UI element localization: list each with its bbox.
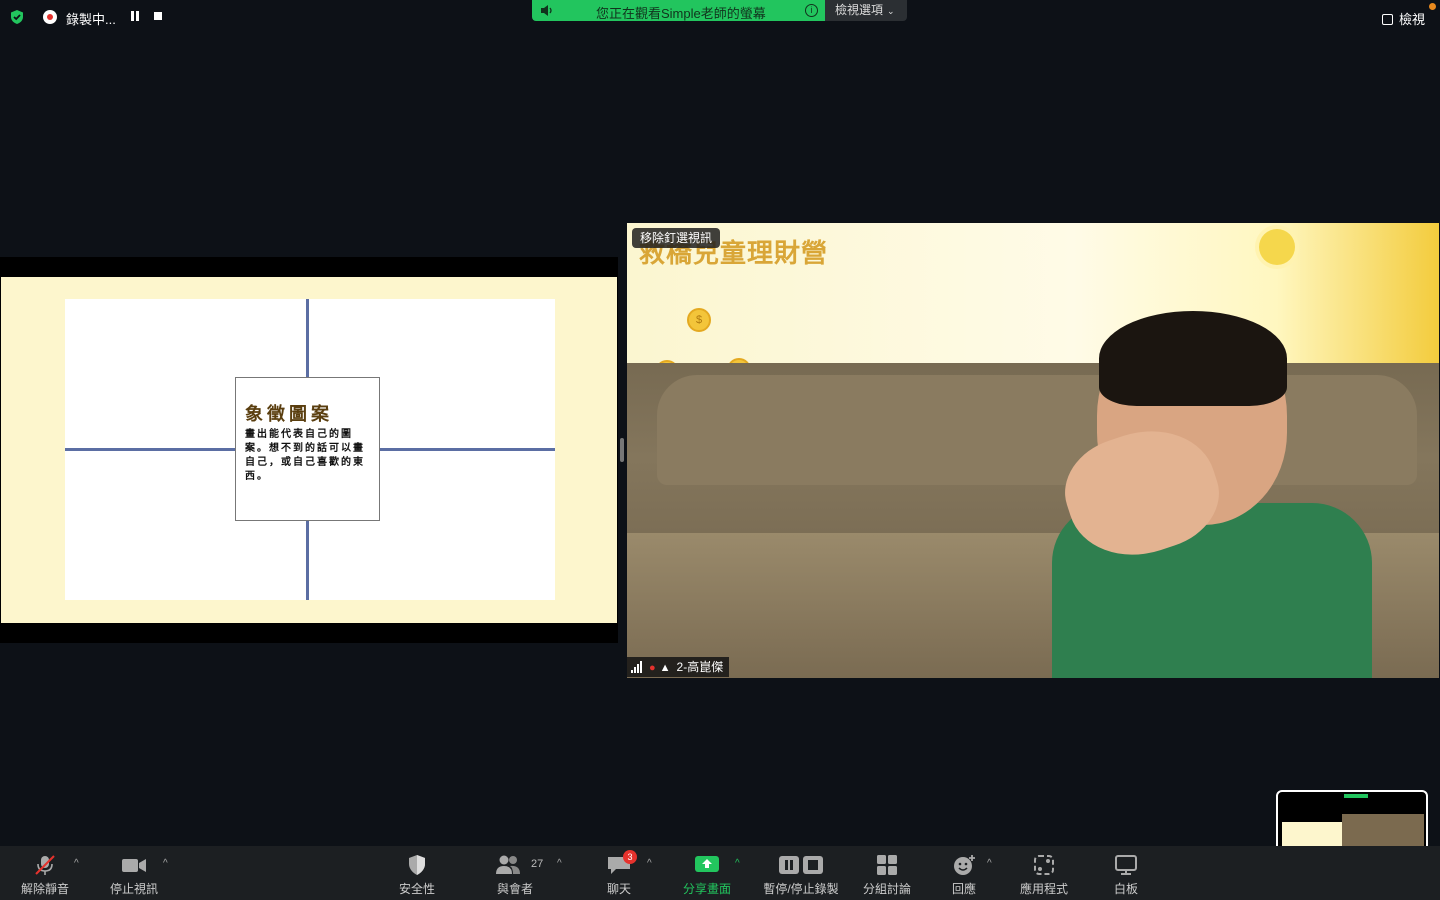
share-screen-button[interactable]: 分享畫面 [676, 846, 738, 900]
unpin-video-button[interactable]: 移除釘選視訊 [632, 228, 721, 248]
participants-options-caret[interactable]: ^ [557, 858, 562, 869]
stop-video-label: 停止視訊 [109, 882, 158, 896]
share-options-caret[interactable]: ^ [735, 858, 740, 869]
speaker-icon [541, 5, 552, 16]
security-button[interactable]: 安全性 [385, 846, 449, 900]
participants-label: 與會者 [496, 882, 533, 896]
reactions-label: 回應 [951, 882, 976, 896]
sofa-back [657, 375, 1417, 485]
pause-stop-recording-label: 暫停/停止錄製 [763, 882, 839, 896]
view-button[interactable]: 檢視 [1382, 9, 1425, 28]
screen-share-status-text: 您正在觀看Simple老師的螢幕 [596, 6, 766, 21]
participants-icon [495, 855, 520, 874]
whiteboard-icon [1115, 855, 1137, 875]
breakout-rooms-button[interactable]: 分組討論 [856, 846, 918, 900]
share-screen-icon [695, 856, 719, 872]
chat-options-caret[interactable]: ^ [647, 858, 652, 869]
apps-label: 應用程式 [1019, 882, 1068, 896]
mic-muted-icon [35, 855, 55, 875]
resize-handle[interactable] [620, 438, 624, 462]
unmute-label: 解除靜音 [20, 882, 69, 896]
reactions-options-caret[interactable]: ^ [987, 858, 992, 869]
participant-name: 2-高崑傑 [676, 660, 724, 674]
security-label: 安全性 [398, 882, 435, 896]
notification-dot [1429, 3, 1436, 10]
pinned-video-tile[interactable]: 救橋兒童理財營 $ $ $ [627, 223, 1439, 678]
pause-stop-record-icon [779, 856, 823, 874]
shield-icon [409, 855, 425, 875]
participant-count: 27 [531, 858, 544, 870]
video-camera-icon [122, 859, 146, 872]
chat-button[interactable]: 聊天 [590, 846, 648, 900]
stop-recording-button[interactable] [154, 12, 162, 20]
meeting-toolbar: 解除靜音 ^ 停止視訊 ^ 安全性 與會者 27 ^ 聊天 3 ^ 分享畫面 ^… [0, 846, 1440, 900]
slide-card-title: 象徵圖案 [245, 404, 333, 425]
participant-name-tag: ● ▲ 2-高崑傑 [627, 657, 730, 677]
recording-indicator-icon [43, 10, 57, 24]
view-button-label: 檢視 [1399, 12, 1426, 27]
whiteboard-label: 白板 [1113, 882, 1138, 896]
thumbnail-banner [1344, 794, 1368, 798]
apps-button[interactable]: 應用程式 [1012, 846, 1076, 900]
slide-card-body: 畫出能代表自己的圖案。想不到的話可以畫自己，或自己喜歡的東西。 [245, 429, 365, 482]
pause-stop-recording-button[interactable]: 暫停/停止錄製 [758, 846, 844, 900]
chat-label: 聊天 [606, 882, 631, 896]
stop-video-button[interactable]: 停止視訊 [100, 846, 168, 900]
participants-button[interactable]: 與會者 [485, 846, 545, 900]
mic-muted-icon: ● [649, 662, 656, 674]
reactions-button[interactable]: 回應 [940, 846, 988, 900]
apps-icon [1034, 855, 1054, 875]
whiteboard-button[interactable]: 白板 [1100, 846, 1152, 900]
sun-decoration-icon [1259, 229, 1295, 265]
pin-icon: ▲ [659, 662, 671, 674]
view-layout-icon [1382, 14, 1393, 25]
breakout-rooms-label: 分組討論 [862, 882, 911, 896]
breakout-rooms-icon [877, 855, 897, 875]
info-icon[interactable]: i [805, 4, 818, 17]
slide-instruction-card: 象徵圖案 畫出能代表自己的圖案。想不到的話可以畫自己，或自己喜歡的東西。 [235, 377, 380, 521]
unmute-button[interactable]: 解除靜音 [10, 846, 80, 900]
chevron-down-icon: ⌄ [887, 6, 895, 16]
view-options-label: 檢視選項 [835, 3, 884, 17]
participant-hair [1099, 311, 1287, 406]
chat-unread-badge: 3 [623, 850, 637, 864]
reactions-icon [954, 855, 975, 875]
audio-options-caret[interactable]: ^ [74, 858, 79, 869]
video-options-caret[interactable]: ^ [163, 858, 168, 869]
share-screen-label: 分享畫面 [682, 882, 731, 896]
screen-share-banner: 您正在觀看Simple老師的螢幕 i [532, 0, 825, 21]
coin-decoration-icon: $ [687, 308, 711, 332]
signal-strength-icon [631, 661, 642, 673]
recording-status: 錄製中... [66, 12, 116, 27]
security-shield-icon [11, 10, 23, 24]
view-options-dropdown[interactable]: 檢視選項 ⌄ [825, 0, 907, 21]
pause-recording-button[interactable] [131, 11, 140, 22]
